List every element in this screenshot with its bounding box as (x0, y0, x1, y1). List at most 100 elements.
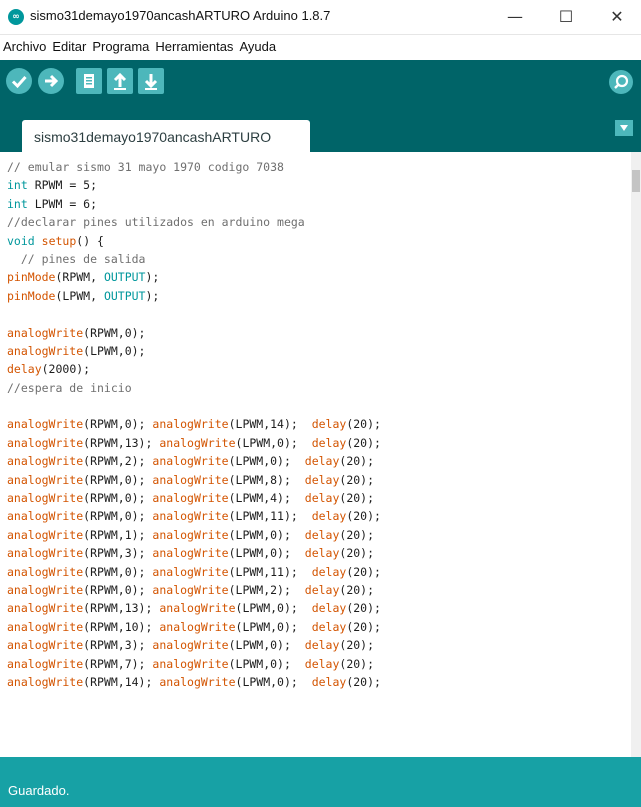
code-token: (20); (339, 546, 375, 561)
code-token: (20); (346, 601, 381, 616)
code-token: (20); (346, 674, 381, 689)
upload-button[interactable] (38, 68, 64, 94)
arrow-down-icon (144, 74, 158, 90)
code-token: delay (304, 491, 340, 506)
code-token: (RPWM,10); (83, 619, 160, 634)
code-token: (LPWM,0); (228, 546, 305, 561)
code-token: //espera de inicio (7, 380, 132, 395)
code-token: (RPWM,0); (83, 509, 153, 524)
code-token: analogWrite (7, 491, 84, 506)
code-line: //declarar pines utilizados en arduino m… (7, 213, 381, 231)
code-editor[interactable]: // emular sismo 31 mayo 1970 codigo 7038… (0, 152, 641, 757)
code-token: (LPWM,14); (228, 417, 312, 432)
code-line: int LPWM = 6; (7, 195, 381, 213)
tab-bar: sismo31demayo1970ancashARTURO (0, 112, 641, 152)
code-line: analogWrite(RPWM,0); analogWrite(LPWM,2)… (7, 581, 381, 599)
menu-herramientas[interactable]: Herramientas (152, 35, 236, 54)
code-token: analogWrite (159, 435, 236, 450)
code-token: (RPWM,0); (83, 582, 153, 597)
code-token: (RPWM,3); (83, 546, 153, 561)
code-line: int RPWM = 5; (7, 176, 381, 194)
code-token: analogWrite (152, 638, 229, 653)
code-token: (RPWM, (55, 270, 104, 285)
code-token: analogWrite (152, 582, 229, 597)
code-token: (RPWM,1); (83, 527, 153, 542)
code-token: analogWrite (152, 491, 229, 506)
code-token: analogWrite (159, 619, 236, 634)
menu-programa[interactable]: Programa (89, 35, 152, 54)
code-token: analogWrite (152, 527, 229, 542)
vertical-scrollbar[interactable] (631, 152, 641, 757)
scroll-thumb[interactable] (632, 170, 640, 192)
code-token: analogWrite (7, 527, 84, 542)
code-line: void setup() { (7, 232, 381, 250)
code-line: analogWrite(LPWM,0); (7, 342, 381, 360)
code-token: (2000); (41, 362, 91, 377)
code-token: (20); (339, 491, 375, 506)
code-token: OUTPUT (103, 288, 146, 303)
code-token: analogWrite (7, 601, 84, 616)
code-token: (RPWM,13); (83, 435, 160, 450)
status-bar: Guardado. (0, 757, 641, 807)
open-sketch-button[interactable] (107, 68, 133, 94)
code-token: analogWrite (152, 546, 229, 561)
code-token: analogWrite (152, 472, 229, 487)
new-sketch-button[interactable] (76, 68, 102, 94)
code-token: LPWM = 6; (27, 196, 98, 211)
code-token: (RPWM,0); (83, 564, 153, 579)
code-token: (LPWM,11); (228, 509, 312, 524)
code-token: delay (311, 564, 347, 579)
menu-archivo[interactable]: Archivo (0, 35, 49, 54)
magnifier-icon (614, 74, 629, 89)
code-area[interactable]: // emular sismo 31 mayo 1970 codigo 7038… (7, 158, 381, 691)
code-line: //espera de inicio (7, 379, 381, 397)
code-token: delay (311, 435, 347, 450)
arrow-right-icon (45, 74, 59, 88)
minimize-button[interactable]: — (495, 4, 535, 30)
verify-button[interactable] (6, 68, 32, 94)
code-token: (20); (346, 435, 381, 450)
code-line: analogWrite(RPWM,7); analogWrite(LPWM,0)… (7, 655, 381, 673)
code-line: analogWrite(RPWM,14); analogWrite(LPWM,0… (7, 673, 381, 691)
code-line: analogWrite(RPWM,0); analogWrite(LPWM,11… (7, 507, 381, 525)
code-token: (20); (346, 417, 381, 432)
code-line: pinMode(LPWM, OUTPUT); (7, 287, 381, 305)
code-token: analogWrite (152, 454, 229, 469)
code-token: // emular sismo 31 mayo 1970 codigo 7038 (7, 160, 284, 174)
menu-bar: Archivo Editar Programa Herramientas Ayuda (0, 35, 641, 59)
code-token: analogWrite (7, 417, 84, 432)
tab-menu-button[interactable] (615, 120, 633, 136)
maximize-button[interactable]: ☐ (546, 4, 586, 30)
code-token: analogWrite (7, 509, 84, 524)
code-token: analogWrite (152, 564, 229, 579)
code-token: analogWrite (7, 564, 84, 579)
code-line: analogWrite(RPWM,3); analogWrite(LPWM,0)… (7, 636, 381, 654)
code-token: ); (145, 288, 160, 303)
code-token: (LPWM,0); (228, 656, 305, 671)
code-token: (LPWM,0); (83, 343, 146, 358)
code-token: (LPWM,4); (228, 491, 305, 506)
code-token: analogWrite (152, 417, 229, 432)
save-sketch-button[interactable] (138, 68, 164, 94)
window-title: sismo31demayo1970ancashARTURO Arduino 1.… (30, 8, 331, 23)
code-token: int (7, 196, 28, 211)
code-token: delay (304, 454, 340, 469)
menu-editar[interactable]: Editar (49, 35, 89, 54)
code-token: analogWrite (7, 582, 84, 597)
serial-monitor-button[interactable] (609, 70, 633, 94)
code-token: delay (311, 417, 347, 432)
close-button[interactable]: ✕ (597, 4, 637, 30)
menu-ayuda[interactable]: Ayuda (236, 35, 279, 54)
code-token: (20); (339, 454, 375, 469)
code-token: (LPWM,11); (228, 564, 312, 579)
code-token: analogWrite (152, 509, 229, 524)
code-line: delay(2000); (7, 360, 381, 378)
code-token: // pines de salida (7, 251, 146, 266)
code-line: // pines de salida (7, 250, 381, 268)
tab-sketch[interactable]: sismo31demayo1970ancashARTURO (22, 120, 310, 152)
code-token: (20); (339, 472, 375, 487)
code-token: (LPWM, (55, 288, 104, 303)
code-line: analogWrite(RPWM,2); analogWrite(LPWM,0)… (7, 452, 381, 470)
